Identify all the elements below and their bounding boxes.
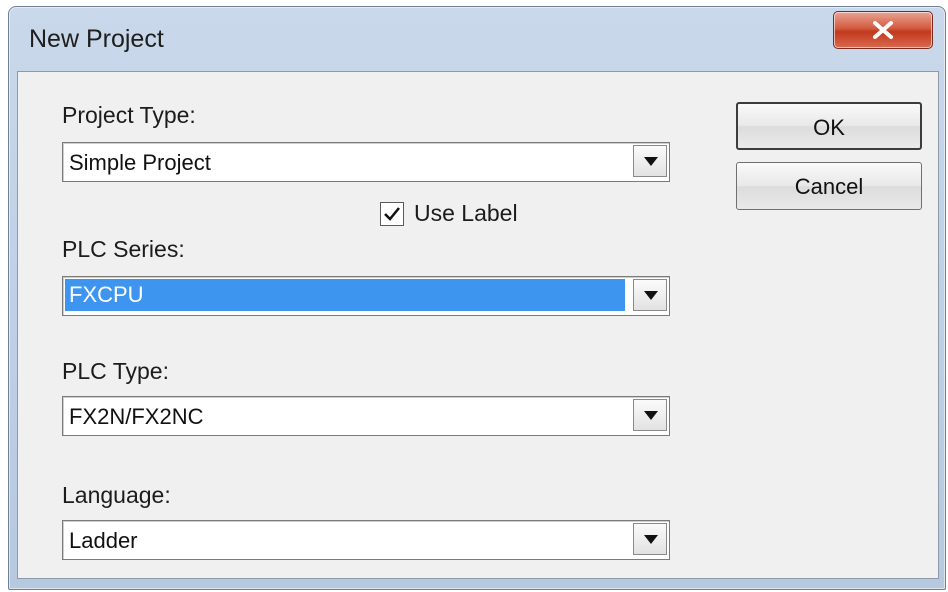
- plc-type-value: FX2N/FX2NC: [69, 404, 204, 429]
- language-dropdown-button[interactable]: [633, 523, 667, 555]
- chevron-down-icon: [644, 535, 658, 544]
- title-bar[interactable]: New Project: [9, 7, 945, 71]
- close-icon: [873, 21, 893, 39]
- project-type-dropdown[interactable]: Simple Project: [62, 142, 670, 182]
- chevron-down-icon: [644, 157, 658, 166]
- project-type-dropdown-button[interactable]: [633, 145, 667, 177]
- plc-type-dropdown[interactable]: FX2N/FX2NC: [62, 396, 670, 436]
- language-value: Ladder: [69, 528, 138, 553]
- language-dropdown[interactable]: Ladder: [62, 520, 670, 560]
- plc-series-dropdown-button[interactable]: [633, 279, 667, 311]
- close-button[interactable]: [833, 11, 933, 49]
- plc-series-dropdown[interactable]: FXCPU: [62, 276, 670, 316]
- plc-series-value: FXCPU: [65, 279, 625, 311]
- plc-type-dropdown-button[interactable]: [633, 399, 667, 431]
- project-type-label: Project Type:: [62, 102, 196, 128]
- chevron-down-icon: [644, 291, 658, 300]
- use-label-text[interactable]: Use Label: [414, 200, 518, 227]
- checkmark-icon: [384, 207, 400, 221]
- dialog-body: Project Type: Simple Project Use Label P…: [17, 71, 939, 579]
- ok-button[interactable]: OK: [736, 102, 922, 150]
- chevron-down-icon: [644, 411, 658, 420]
- use-label-checkbox[interactable]: [380, 202, 404, 226]
- plc-type-label: PLC Type:: [62, 358, 169, 384]
- plc-series-label: PLC Series:: [62, 236, 185, 262]
- language-label: Language:: [62, 482, 171, 508]
- dialog-title: New Project: [29, 25, 164, 53]
- cancel-button[interactable]: Cancel: [736, 162, 922, 210]
- project-type-value: Simple Project: [69, 150, 211, 175]
- new-project-dialog: New Project Project Type: Simple Project…: [8, 6, 946, 590]
